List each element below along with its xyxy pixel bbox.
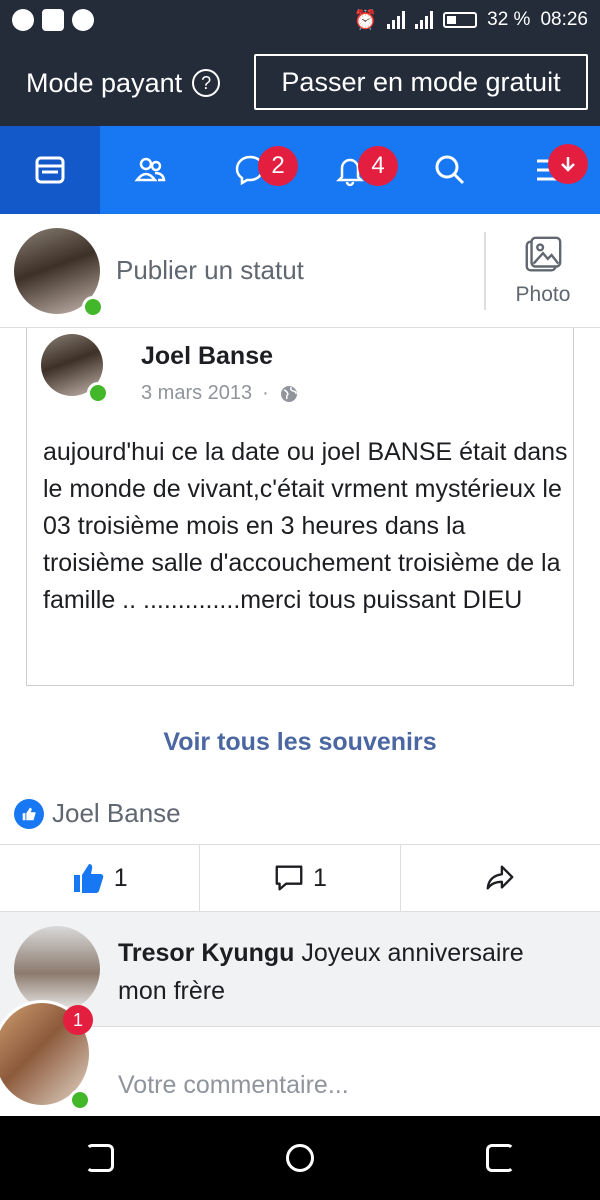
memory-post: Joel Banse 3 mars 2013 · aujourd'hui ce … bbox=[26, 328, 574, 686]
chat-head[interactable]: 1 bbox=[0, 1000, 93, 1111]
status-input[interactable]: Publier un statut bbox=[116, 255, 304, 286]
signal-icon bbox=[387, 11, 406, 29]
comment-body: Tresor Kyungu Joyeux anniversaire mon fr… bbox=[118, 934, 578, 1010]
tab-messages[interactable]: 2 bbox=[200, 126, 300, 214]
thumbs-up-icon bbox=[73, 864, 103, 893]
post-date[interactable]: 3 mars 2013 bbox=[141, 382, 252, 405]
share-icon bbox=[486, 865, 514, 890]
free-mode-button[interactable]: Passer en mode gratuit bbox=[254, 54, 588, 110]
chat-head-badge: 1 bbox=[63, 1005, 93, 1035]
tab-search[interactable] bbox=[400, 126, 500, 214]
tab-notifications[interactable]: 4 bbox=[300, 126, 400, 214]
post-text: aujourd'hui ce la date ou joel BANSE éta… bbox=[43, 438, 568, 614]
clock: 08:26 bbox=[540, 9, 588, 30]
system-nav-bar bbox=[0, 1116, 600, 1200]
online-indicator bbox=[82, 295, 104, 318]
battery-icon bbox=[443, 12, 478, 28]
status-bar: ⏰ 32 % 08:26 bbox=[0, 0, 600, 40]
post-author[interactable]: Joel Banse bbox=[141, 342, 273, 371]
like-button[interactable]: 1 bbox=[0, 845, 199, 911]
signal-icon-2 bbox=[415, 11, 434, 29]
tab-friends[interactable] bbox=[100, 126, 200, 214]
avatar[interactable] bbox=[41, 334, 109, 404]
messenger-notification-icon bbox=[12, 9, 34, 31]
like-count: 1 bbox=[113, 863, 128, 892]
comment-author[interactable]: Tresor Kyungu bbox=[118, 939, 294, 967]
meta-separator: · bbox=[262, 382, 269, 404]
share-button[interactable] bbox=[399, 845, 600, 911]
data-mode-bar: Mode payant ? Passer en mode gratuit bbox=[0, 40, 600, 126]
photo-label: Photo bbox=[515, 283, 571, 306]
comment-button[interactable]: 1 bbox=[199, 845, 399, 911]
post-meta: 3 mars 2013 · bbox=[141, 382, 299, 405]
tab-news-feed[interactable] bbox=[0, 126, 100, 214]
messenger-notification-icon-2 bbox=[72, 9, 94, 31]
messages-badge: 2 bbox=[258, 146, 298, 186]
notifications-badge: 4 bbox=[358, 146, 398, 186]
comment-count: 1 bbox=[313, 863, 327, 892]
photo-icon bbox=[525, 236, 562, 272]
recent-apps-button[interactable] bbox=[86, 1144, 114, 1172]
likes-summary[interactable]: Joel Banse bbox=[14, 798, 181, 829]
back-button[interactable] bbox=[486, 1144, 514, 1172]
top-nav: 2 4 bbox=[0, 126, 600, 214]
help-icon[interactable]: ? bbox=[192, 69, 221, 97]
online-indicator bbox=[87, 382, 109, 404]
see-all-memories-link[interactable]: Voir tous les souvenirs bbox=[0, 728, 600, 757]
photo-button[interactable]: Photo bbox=[484, 232, 600, 310]
search-icon bbox=[435, 155, 465, 185]
alarm-icon: ⏰ bbox=[353, 10, 378, 31]
activity-notification-icon bbox=[42, 9, 64, 31]
comment-item: Tresor Kyungu Joyeux anniversaire mon fr… bbox=[0, 912, 600, 1026]
status-composer: Publier un statut Photo bbox=[0, 214, 600, 328]
download-badge bbox=[548, 144, 588, 184]
battery-level: 32 % bbox=[487, 9, 531, 30]
tab-menu[interactable] bbox=[500, 126, 600, 214]
friends-icon bbox=[134, 157, 166, 182]
globe-icon bbox=[280, 385, 297, 402]
post-actions: 1 1 bbox=[0, 844, 600, 912]
home-button[interactable] bbox=[286, 1144, 314, 1172]
like-reaction-icon bbox=[14, 798, 44, 829]
comment-input[interactable]: Votre commentaire... bbox=[118, 1071, 349, 1100]
online-indicator bbox=[69, 1089, 91, 1111]
news-feed-icon bbox=[35, 156, 65, 184]
comment-icon bbox=[275, 865, 303, 891]
mode-label: Mode payant bbox=[26, 67, 183, 98]
commenter-avatar[interactable] bbox=[14, 926, 100, 1012]
arrow-down-icon bbox=[561, 157, 575, 172]
avatar[interactable] bbox=[14, 227, 104, 318]
liker-name: Joel Banse bbox=[52, 798, 181, 828]
